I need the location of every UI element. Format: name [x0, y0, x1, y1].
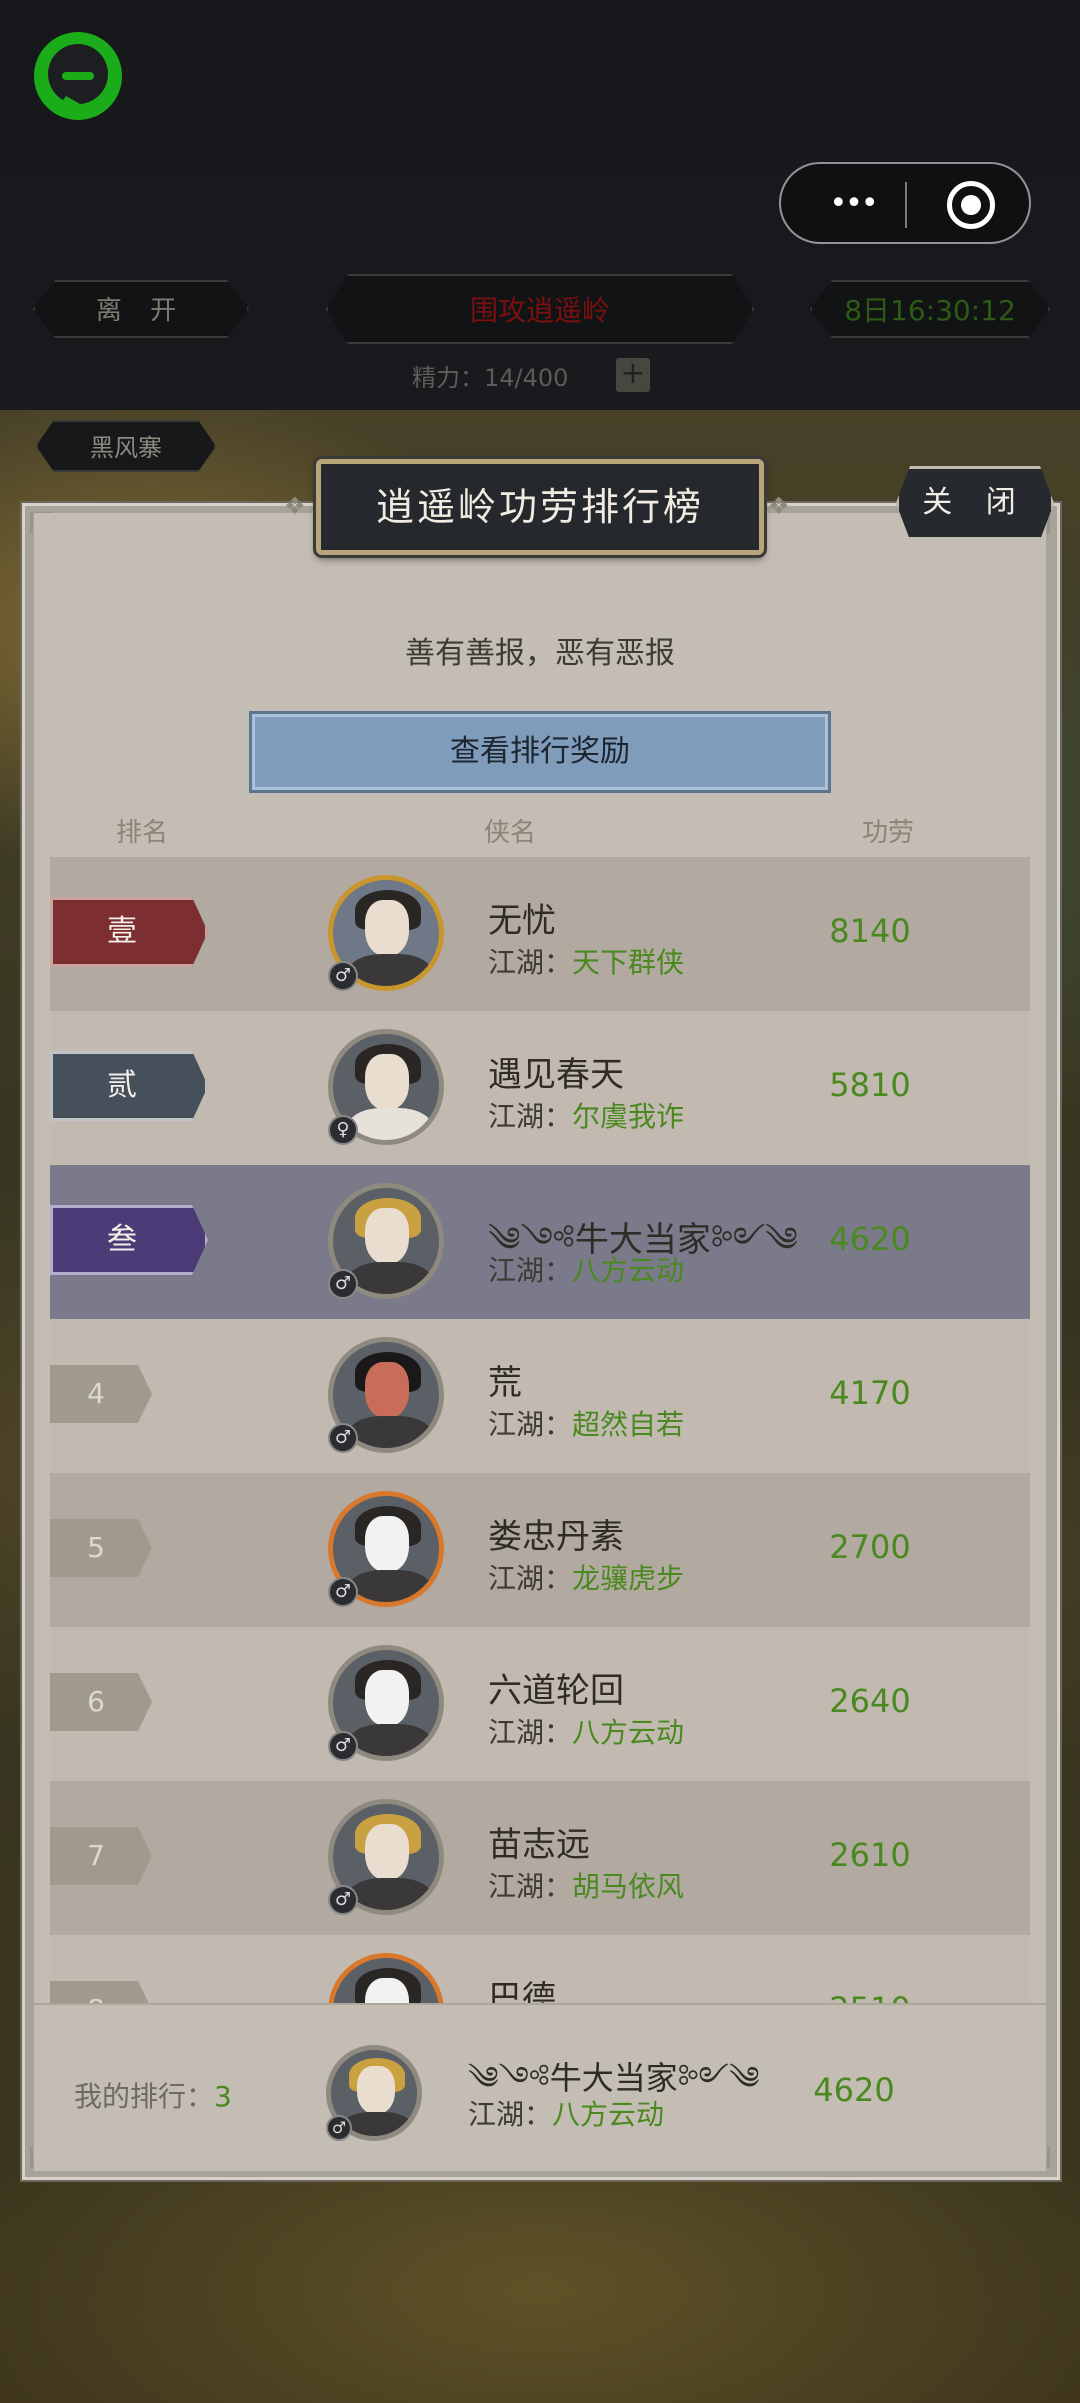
player-name: 巴德 — [488, 1979, 556, 2003]
ranking-row[interactable]: 贰 ♀ 遇见春天 江湖：尔虞我诈 5810 — [50, 1011, 1030, 1165]
guild-name: 超然自若 — [572, 1408, 685, 1441]
ranking-row[interactable]: 7 ♂ 苗志远 江湖：胡马依风 2610 — [50, 1781, 1030, 1935]
chat-app-logo-icon[interactable] — [26, 26, 130, 130]
guild-prefix: 江湖： — [488, 946, 573, 979]
ranking-row[interactable]: 壹 ♂ 无忧 江湖：天下群侠 8140 — [50, 857, 1030, 1011]
rank-badge: 4 — [50, 1365, 152, 1423]
guild-name: 尔虞我诈 — [572, 1100, 685, 1133]
merit-value: 2510 — [790, 1990, 950, 2003]
guild-line: 江湖：八方云动 — [488, 1249, 684, 1289]
male-icon: ♂ — [328, 1423, 358, 1453]
male-icon: ♂ — [326, 2115, 352, 2141]
rank-badge: 壹 — [50, 897, 208, 967]
male-icon: ♂ — [328, 961, 358, 991]
motto-text: 善有善报，恶有恶报 — [405, 636, 675, 671]
capsule-divider — [905, 182, 907, 228]
column-header-rank: 排名 — [116, 818, 169, 848]
my-guild-name: 八方云动 — [552, 2098, 665, 2131]
close-miniprogram-icon[interactable] — [947, 181, 995, 229]
ranking-row[interactable]: 6 ♂ 六道轮回 江湖：八方云动 2640 — [50, 1627, 1030, 1781]
guild-line: 江湖：天下群侠 — [488, 941, 684, 981]
guild-line: 江湖：超然自若 — [488, 1403, 684, 1443]
guild-name: 八方云动 — [572, 1254, 685, 1287]
guild-prefix: 江湖： — [488, 1100, 573, 1133]
player-name: 六道轮回 — [488, 1671, 624, 1711]
player-name: 遇见春天 — [488, 1055, 624, 1095]
female-icon: ♀ — [328, 1115, 358, 1145]
title-ornament-right-icon: ❖ — [768, 492, 790, 520]
ranking-row[interactable]: 8 ♂ 巴德 江湖： 2510 — [50, 1935, 1030, 2003]
my-merit-value: 4620 — [813, 2071, 895, 2109]
guild-prefix: 江湖： — [488, 1562, 573, 1595]
column-header-merit: 功劳 — [862, 818, 915, 848]
more-icon[interactable]: ••• — [817, 182, 889, 226]
close-button[interactable]: 关 闭 — [896, 466, 1054, 540]
ranking-row-current-user[interactable]: 叁 ♂ ༄༺牛大当家༻༄ 江湖：八方云动 4620 — [50, 1165, 1030, 1319]
guild-line: 江湖：胡马依风 — [488, 1865, 684, 1905]
my-rank-label: 我的排行：3 — [74, 2075, 232, 2115]
guild-name: 八方云动 — [572, 1716, 685, 1749]
view-rewards-button[interactable]: 查看排行奖励 — [249, 711, 831, 793]
male-icon: ♂ — [328, 1269, 358, 1299]
my-rank-bar: 我的排行：3 ♂ ༄༺牛大当家༻༄ 江湖：八方云动 4620 — [34, 2003, 1046, 2171]
guild-prefix: 江湖： — [488, 1870, 573, 1903]
my-rank-prefix: 我的排行： — [74, 2080, 215, 2113]
merit-value: 2700 — [829, 1528, 911, 1566]
guild-line: 江湖：尔虞我诈 — [488, 1095, 684, 1135]
mini-program-capsule: ••• — [779, 162, 1031, 244]
column-header-name: 侠名 — [484, 818, 537, 848]
player-name: 荒 — [488, 1363, 522, 1403]
region-tag[interactable]: 黑风寨 — [36, 420, 216, 472]
add-energy-button[interactable]: + — [616, 358, 650, 392]
merit-value: 2610 — [829, 1836, 911, 1874]
male-icon: ♂ — [328, 1731, 358, 1761]
rank-badge: 7 — [50, 1827, 152, 1885]
player-avatar[interactable] — [328, 1953, 444, 2003]
merit-value: 2640 — [829, 1682, 911, 1720]
guild-prefix: 江湖： — [468, 2098, 553, 2131]
merit-value: 5810 — [829, 1066, 911, 1104]
ranking-row[interactable]: 4 ♂ 荒 江湖：超然自若 4170 — [50, 1319, 1030, 1473]
male-icon: ♂ — [328, 1577, 358, 1607]
guild-prefix: 江湖： — [488, 1716, 573, 1749]
countdown-timer: 8日16:30:12 — [810, 280, 1050, 338]
guild-line: 江湖：八方云动 — [488, 1711, 684, 1751]
guild-prefix: 江湖： — [488, 1408, 573, 1441]
guild-name: 龙骧虎步 — [572, 1562, 685, 1595]
merit-value: 8140 — [829, 912, 911, 950]
guild-line: 江湖：龙骧虎步 — [488, 1557, 684, 1597]
leave-button[interactable]: 离 开 — [33, 280, 249, 338]
player-name: 苗志远 — [488, 1825, 590, 1865]
guild-prefix: 江湖： — [488, 1254, 573, 1287]
my-rank-value: 3 — [214, 2080, 232, 2113]
ranking-list[interactable]: 壹 ♂ 无忧 江湖：天下群侠 8140 贰 ♀ 遇见春天 江湖：尔虞我诈 581… — [50, 857, 1030, 2003]
my-guild-line: 江湖：八方云动 — [468, 2093, 664, 2133]
merit-value: 4620 — [829, 1220, 911, 1258]
player-name: 无忧 — [488, 901, 556, 941]
rank-badge: 8 — [50, 1981, 152, 2003]
rank-badge: 5 — [50, 1519, 152, 1577]
player-name: 娄忠丹素 — [488, 1517, 624, 1557]
rank-badge: 贰 — [50, 1051, 208, 1121]
guild-name: 胡马依风 — [572, 1870, 685, 1903]
modal-title: 逍遥岭功劳排行榜 — [316, 459, 764, 555]
event-title: 围攻逍遥岭 — [326, 274, 754, 344]
ranking-row[interactable]: 5 ♂ 娄忠丹素 江湖：龙骧虎步 2700 — [50, 1473, 1030, 1627]
male-icon: ♂ — [328, 1885, 358, 1915]
guild-name: 天下群侠 — [572, 946, 685, 979]
merit-value: 4170 — [829, 1374, 911, 1412]
rank-badge: 叁 — [50, 1205, 208, 1275]
rank-badge: 6 — [50, 1673, 152, 1731]
energy-label: 精力：14/400 — [412, 364, 569, 392]
